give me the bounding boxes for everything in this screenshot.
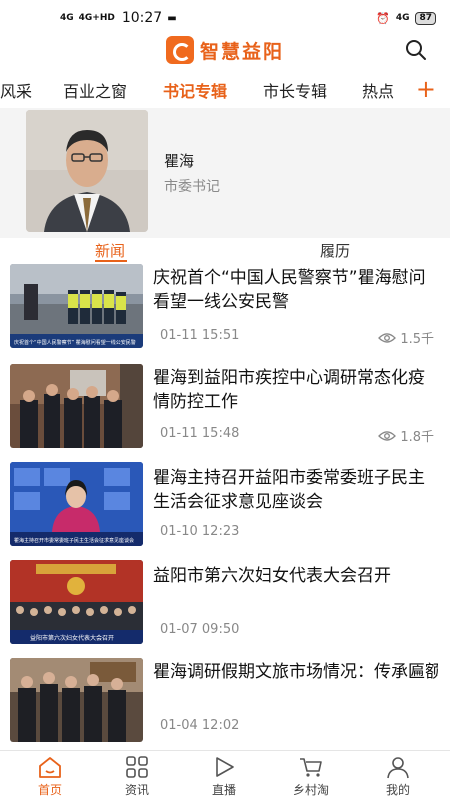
- eye-icon: [378, 332, 397, 343]
- logo-icon: [165, 36, 194, 64]
- nav-label: 我的: [385, 783, 410, 797]
- news-title: 瞿海主持召开益阳市委常委班子民主生活会征求意见座谈会: [153, 468, 425, 512]
- news-item[interactable]: 瞿海到益阳市疾控中心调研常态化疫情防控工作 01-11 15:48 1.8千: [0, 364, 450, 454]
- news-item[interactable]: 庆祝首个“中国人民警察节” 瞿海慰问看望一线公安民警 庆祝首个“中国人民警察节”…: [0, 264, 450, 354]
- network-indicator: 4G: [395, 13, 410, 23]
- status-right: ⏰ 4G 87: [376, 11, 436, 25]
- news-title: 瞿海到益阳市疾控中心调研常态化疫情防控工作: [153, 368, 425, 412]
- news-thumbnail: [10, 364, 143, 448]
- news-list: 庆祝首个“中国人民警察节” 瞿海慰问看望一线公安民警 庆祝首个“中国人民警察节”…: [0, 262, 450, 752]
- news-title: 瞿海调研假期文旅市场情况：传承匾额文化 为东部新区木…: [153, 660, 438, 708]
- grid-icon: [126, 756, 148, 778]
- status-left: 4G 4G+HD 10:27 ▬: [60, 10, 177, 26]
- news-views: 1.5千: [378, 328, 434, 347]
- tab-fengcai[interactable]: 风采: [0, 78, 32, 102]
- nav-shop[interactable]: 乡村淘: [281, 755, 341, 798]
- subtab-resume[interactable]: 履历: [320, 240, 350, 261]
- news-date: 01-10 12:23: [160, 524, 240, 539]
- user-icon: [387, 757, 409, 779]
- battery-indicator: 87: [415, 11, 436, 25]
- subtab-news[interactable]: 新闻: [95, 240, 125, 261]
- thumb-caption: 瞿海主持召开市委常委班子民主生活会征求意见座谈会: [14, 537, 134, 544]
- home-icon: [39, 757, 61, 778]
- profile-name: 瞿海: [164, 152, 195, 170]
- alarm-icon: ⏰: [376, 11, 390, 25]
- channel-tabs: 风采 百业之窗 书记专辑 市长专辑 热点 +: [0, 74, 450, 106]
- news-thumbnail: 庆祝首个“中国人民警察节” 瞿海慰问看望一线公安民警: [10, 264, 143, 348]
- bottom-nav: 首页 资讯 直播 乡村淘 我的: [0, 750, 450, 800]
- nav-label: 直播: [211, 783, 236, 797]
- nav-label: 首页: [37, 783, 62, 797]
- news-date: 01-04 12:02: [160, 718, 240, 733]
- news-thumbnail: 益阳市第六次妇女代表大会召开: [10, 560, 143, 644]
- tab-mayor[interactable]: 市长专辑: [263, 78, 327, 102]
- nav-label: 资讯: [124, 783, 149, 797]
- news-thumbnail: 瞿海主持召开市委常委班子民主生活会征求意见座谈会: [10, 462, 143, 546]
- news-date: 01-11 15:51: [160, 328, 240, 343]
- nav-mine[interactable]: 我的: [368, 755, 428, 798]
- profile-role: 市委书记: [164, 179, 220, 195]
- profile-card: 瞿海 市委书记: [0, 108, 450, 238]
- clock: 10:27: [121, 10, 163, 26]
- nav-news[interactable]: 资讯: [107, 755, 167, 798]
- views-count: 1.8千: [400, 430, 434, 445]
- news-date: 01-07 09:50: [160, 622, 240, 637]
- news-thumbnail: [10, 658, 143, 742]
- add-channel-button[interactable]: +: [416, 74, 436, 104]
- app-logo: 智慧益阳: [165, 36, 284, 64]
- app-name: 智慧益阳: [199, 40, 284, 63]
- signal-indicator-2: 4G+HD: [78, 12, 115, 23]
- nav-label: 乡村淘: [292, 783, 329, 797]
- app-header: 智慧益阳: [0, 30, 450, 70]
- news-views: 1.8千: [378, 426, 434, 445]
- news-date: 01-11 15:48: [160, 426, 240, 441]
- portrait-image: [26, 110, 148, 232]
- thumb-caption: 庆祝首个“中国人民警察节” 瞿海慰问看望一线公安民警: [14, 339, 136, 346]
- news-item[interactable]: 益阳市第六次妇女代表大会召开 益阳市第六次妇女代表大会召开 01-07 09:5…: [0, 560, 450, 650]
- search-icon[interactable]: [404, 38, 428, 62]
- views-count: 1.5千: [400, 332, 434, 347]
- tab-secretary[interactable]: 书记专辑: [163, 78, 227, 102]
- tab-hot[interactable]: 热点: [362, 78, 394, 102]
- eye-icon: [378, 430, 397, 441]
- news-title-text: 瞿海调研假期文旅市场情况：传承匾额文化 为东部新区木…: [153, 662, 438, 682]
- news-item[interactable]: 瞿海调研假期文旅市场情况：传承匾额文化 为东部新区木… 01-04 12:02: [0, 658, 450, 748]
- profile-subtabs: 新闻 履历: [0, 238, 450, 262]
- tab-baiye[interactable]: 百业之窗: [63, 78, 127, 102]
- signal-indicator: 4G: [60, 12, 74, 23]
- news-item[interactable]: 瞿海主持召开市委常委班子民主生活会征求意见座谈会 瞿海主持召开益阳市委常委班子民…: [0, 462, 450, 552]
- cart-icon: [300, 758, 322, 777]
- news-title: 益阳市第六次妇女代表大会召开: [153, 566, 391, 586]
- nav-home[interactable]: 首页: [20, 755, 80, 798]
- play-icon: [216, 757, 234, 777]
- news-title-line: 瞿海调研假期文旅市场情况：传承匾额文化 为东部新区木…: [153, 660, 438, 684]
- notification-icon: ▬: [167, 12, 177, 24]
- news-title: 庆祝首个“中国人民警察节”瞿海慰问看望一线公安民警: [153, 268, 426, 312]
- thumb-caption: 益阳市第六次妇女代表大会召开: [30, 634, 114, 642]
- nav-live[interactable]: 直播: [194, 755, 254, 798]
